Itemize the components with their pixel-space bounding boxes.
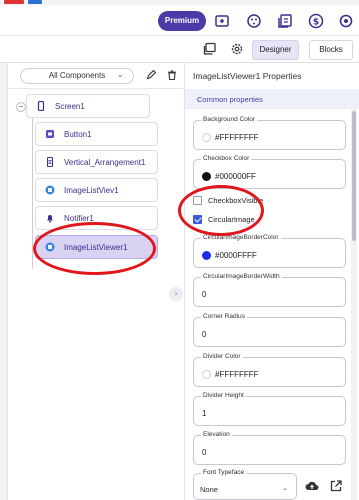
bell-icon xyxy=(45,213,55,223)
collapse-panel-button[interactable]: › xyxy=(169,287,183,301)
font-typeface-value: None xyxy=(200,485,218,494)
elevation-field[interactable]: Elevation 0 xyxy=(193,431,346,465)
upload-font-button[interactable] xyxy=(302,476,322,496)
checkbox-color-value: #000000FF xyxy=(215,172,256,181)
field-label: Background Color xyxy=(201,116,258,123)
circular-border-color-field[interactable]: CircularImageBorderColor #0000FFFF xyxy=(193,234,346,268)
color-swatch xyxy=(202,172,211,181)
font-typeface-select[interactable]: Font Typeface None ⌄ xyxy=(193,469,297,500)
circular-border-width-field[interactable]: CircularImageBorderWidth 0 xyxy=(193,273,346,307)
color-swatch xyxy=(202,133,211,142)
dollar-icon[interactable]: $ xyxy=(307,12,325,30)
add-screen-icon[interactable] xyxy=(213,12,231,30)
circular-border-width-value: 0 xyxy=(202,290,207,299)
tree-node-imagelistviev1[interactable]: ImageListViev1 xyxy=(35,178,158,202)
divider-color-field[interactable]: Divider Color #FFFFFFFF xyxy=(193,353,346,387)
field-value: #0000FFFF xyxy=(202,251,257,260)
chevron-down-icon: ⌄ xyxy=(282,485,288,492)
top-bar: Premium $ xyxy=(0,0,359,36)
field-label: Corner Radius xyxy=(201,313,247,320)
properties-title: ImageListViewer1 Properties xyxy=(193,71,302,81)
color-swatch xyxy=(202,251,211,260)
gear-icon[interactable] xyxy=(230,42,244,56)
components-panel: All Components ⌄ Screen1 Button1 Vertica… xyxy=(0,63,185,500)
tree-node-label: Screen1 xyxy=(55,101,85,111)
image-list-icon xyxy=(45,185,55,195)
divider-height-value: 1 xyxy=(202,409,207,418)
designer-button[interactable]: Designer xyxy=(252,40,299,60)
background-color-value: #FFFFFFFF xyxy=(215,133,259,142)
circular-border-color-value: #0000FFFF xyxy=(215,251,257,260)
tree-node-button1[interactable]: Button1 xyxy=(35,122,158,146)
field-label: Elevation xyxy=(201,431,232,438)
trash-icon[interactable] xyxy=(167,70,177,80)
components-header: All Components ⌄ xyxy=(0,63,185,89)
pencil-icon[interactable] xyxy=(146,70,156,80)
external-link-icon xyxy=(330,480,342,492)
designer-toolbar: Designer Blocks xyxy=(0,36,359,63)
tree-node-screen1[interactable]: Screen1 xyxy=(26,94,150,118)
tree-node-label: Vertical_Arrangement1 xyxy=(64,157,146,167)
field-label: Divider Height xyxy=(201,392,246,399)
color-swatch xyxy=(202,370,211,379)
phone-icon xyxy=(36,101,46,111)
panel-edge-body xyxy=(0,89,8,500)
collapse-tree-toggle[interactable] xyxy=(16,102,26,112)
background-color-field[interactable]: Background Color #FFFFFFFF xyxy=(193,116,346,150)
palette-icon[interactable] xyxy=(245,12,263,30)
field-value: #000000FF xyxy=(202,172,256,181)
open-external-button[interactable] xyxy=(326,476,346,496)
strip-mark-red xyxy=(4,0,24,4)
field-value: #FFFFFFFF xyxy=(202,133,259,142)
settings-icon[interactable] xyxy=(337,12,355,30)
divider-color-value: #FFFFFFFF xyxy=(215,370,259,379)
gallery-icon[interactable] xyxy=(203,42,217,56)
elevation-value: 0 xyxy=(202,448,207,457)
field-label: Font Typeface xyxy=(201,469,247,476)
field-label: Checkbox Color xyxy=(201,155,252,162)
divider-height-field[interactable]: Divider Height 1 xyxy=(193,392,346,426)
field-label: CircularImageBorderWidth xyxy=(201,273,282,280)
project-properties-icon[interactable] xyxy=(276,12,294,30)
premium-button[interactable]: Premium xyxy=(158,11,206,31)
field-value: #FFFFFFFF xyxy=(202,370,259,379)
blocks-button[interactable]: Blocks xyxy=(309,40,353,60)
browser-strip xyxy=(0,0,359,5)
strip-mark-blue xyxy=(28,0,42,4)
annotation-oval-right xyxy=(178,185,264,236)
panel-edge xyxy=(0,63,8,89)
corner-radius-field[interactable]: Corner Radius 0 xyxy=(193,313,346,347)
annotation-oval-left xyxy=(33,222,156,275)
scrollbar-thumb[interactable] xyxy=(352,111,356,241)
tree-node-label: ImageListViev1 xyxy=(64,185,119,195)
tree-node-label: Button1 xyxy=(64,129,92,139)
cloud-upload-icon xyxy=(305,481,319,490)
components-filter-select[interactable]: All Components ⌄ xyxy=(20,68,134,84)
button-icon xyxy=(45,129,55,139)
corner-radius-value: 0 xyxy=(202,330,207,339)
chevron-down-icon: ⌄ xyxy=(117,72,123,79)
components-filter-label: All Components xyxy=(48,71,106,80)
field-label: Divider Color xyxy=(201,353,243,360)
common-properties-section[interactable]: Common properties xyxy=(185,89,359,109)
tree-node-vertical-arrangement1[interactable]: Vertical_Arrangement1 xyxy=(35,150,158,174)
properties-panel: ImageListViewer1 Properties Common prope… xyxy=(185,63,359,500)
section-label: Common properties xyxy=(197,95,263,104)
svg-text:$: $ xyxy=(313,18,319,28)
vertical-arrangement-icon xyxy=(45,157,55,167)
